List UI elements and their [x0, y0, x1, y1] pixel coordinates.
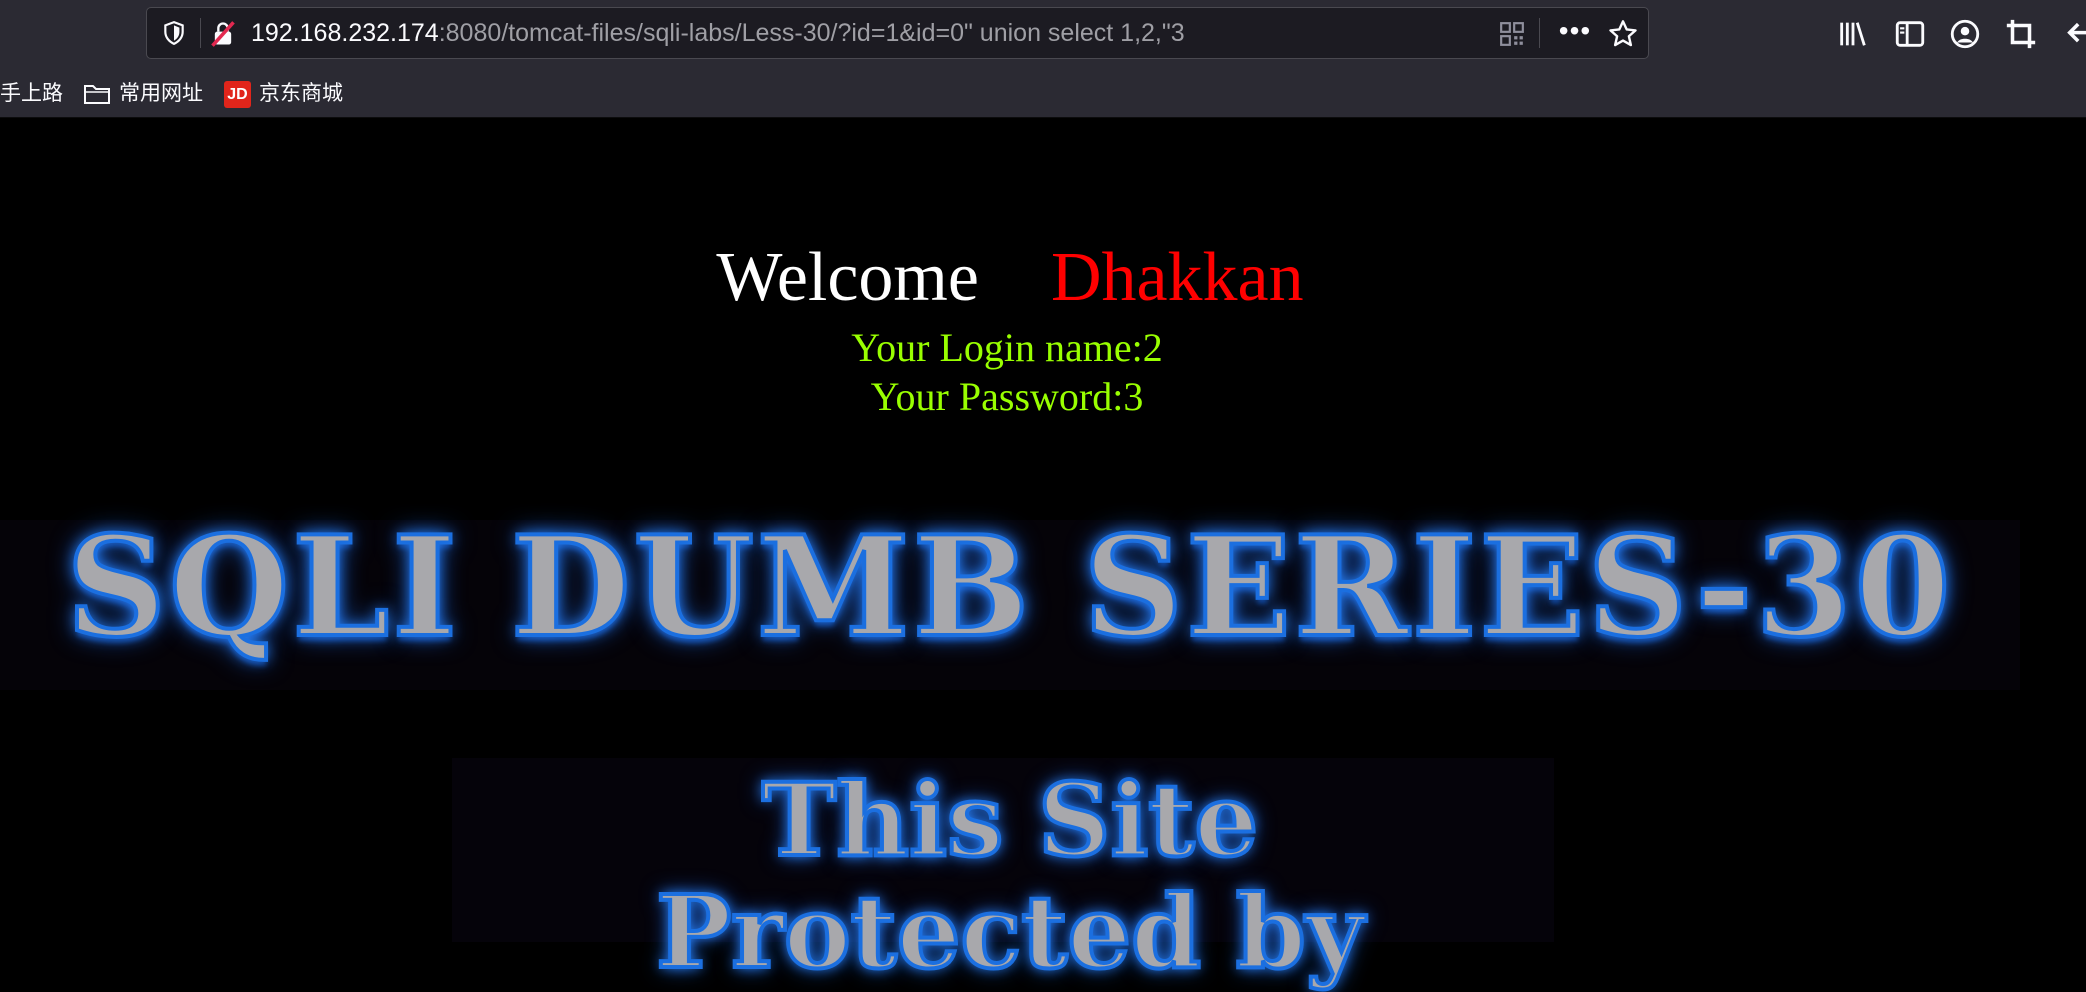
- insecure-connection-lock-icon[interactable]: [209, 20, 237, 48]
- folder-icon: [84, 85, 110, 104]
- account-icon[interactable]: [1948, 17, 1982, 51]
- library-icon[interactable]: [1836, 17, 1870, 51]
- bookmark-folder-common-sites[interactable]: 常用网址: [83, 70, 203, 117]
- back-arrow-icon[interactable]: [2064, 17, 2086, 51]
- welcome-label: Welcome: [716, 239, 979, 316]
- address-bar-divider: [200, 18, 201, 48]
- tracking-protection-shield-icon[interactable]: [161, 20, 187, 46]
- bookmarks-toolbar: 手上路 常用网址 JD 京东商城: [0, 70, 2086, 118]
- screenshot-crop-icon[interactable]: [2004, 17, 2038, 51]
- bookmark-item-jd-mall[interactable]: JD 京东商城: [224, 70, 343, 117]
- address-bar[interactable]: 192.168.232.174:8080/tomcat-files/sqli-l…: [146, 7, 1649, 59]
- bookmark-label: 手上路: [0, 82, 63, 105]
- sidebar-icon[interactable]: [1893, 17, 1927, 51]
- url-text[interactable]: 192.168.232.174:8080/tomcat-files/sqli-l…: [251, 18, 1185, 48]
- series-banner-title: SQLI DUMB SERIES-30: [64, 505, 1954, 668]
- welcome-name: Dhakkan: [1050, 239, 1304, 316]
- qr-code-icon[interactable]: [1499, 21, 1525, 47]
- protection-line-2: Protected by: [654, 871, 1366, 992]
- jd-logo-icon: JD: [224, 81, 251, 108]
- page-actions-more-icon[interactable]: •••: [1557, 16, 1593, 50]
- bookmark-item-getting-started[interactable]: 手上路: [0, 70, 63, 117]
- bookmark-star-icon[interactable]: [1607, 18, 1639, 50]
- protection-line-1: This Site: [760, 759, 1260, 881]
- address-bar-divider: [1539, 18, 1540, 48]
- welcome-heading: Welcome Dhakkan: [0, 238, 2086, 318]
- bookmark-label: 常用网址: [119, 82, 203, 105]
- bookmark-label: 京东商城: [259, 82, 343, 105]
- password-line: Your Password:3: [870, 374, 1144, 419]
- url-path: :8080/tomcat-files/sqli-labs/Less-30/?id…: [438, 19, 1185, 47]
- browser-toolbar: 192.168.232.174:8080/tomcat-files/sqli-l…: [0, 0, 2086, 70]
- url-host: 192.168.232.174: [251, 19, 439, 47]
- login-name-line: Your Login name:2: [851, 325, 1163, 370]
